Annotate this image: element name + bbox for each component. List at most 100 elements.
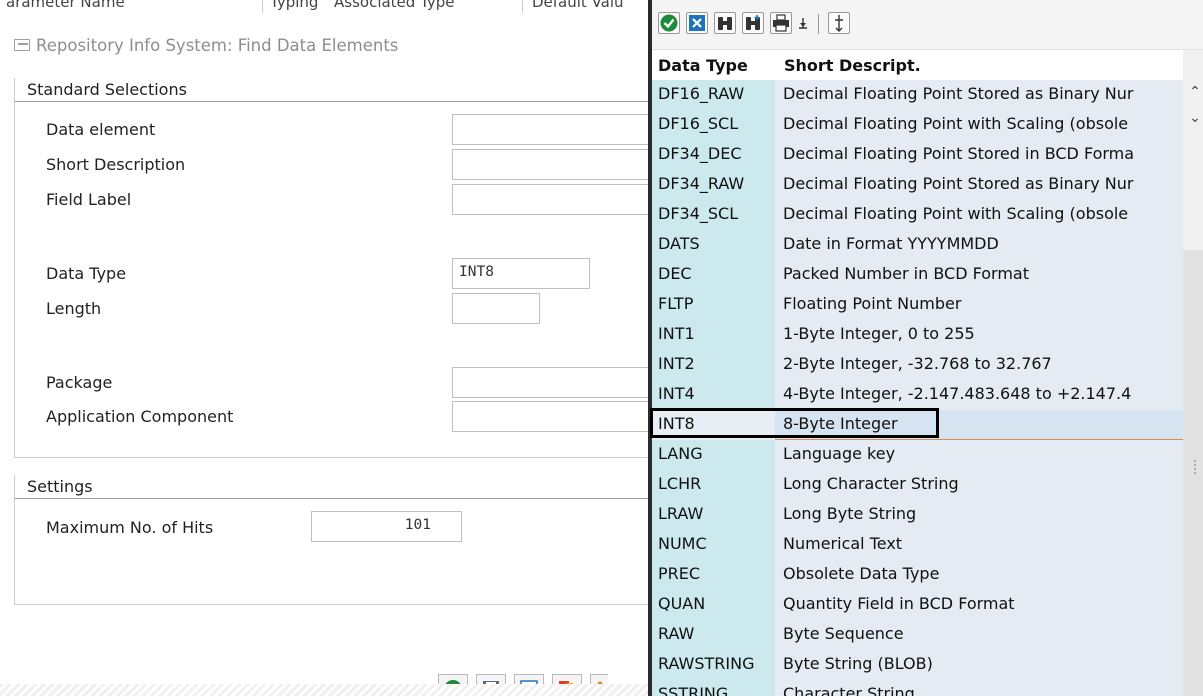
find-button[interactable] bbox=[714, 12, 736, 34]
window-icon bbox=[14, 39, 30, 51]
data-type-cell: DF34_SCL bbox=[658, 204, 739, 223]
find-next-button[interactable] bbox=[742, 12, 764, 34]
sort-button[interactable] bbox=[796, 12, 810, 34]
short-description-cell: Numerical Text bbox=[783, 534, 903, 553]
data-type-cell: DF16_RAW bbox=[658, 84, 745, 103]
short-description-cell: Date in Format YYYYMMDD bbox=[783, 234, 999, 253]
scroll-thumb[interactable] bbox=[1183, 250, 1203, 696]
data-type-input[interactable]: INT8 bbox=[452, 258, 590, 289]
table-row[interactable]: LCHR Long Character String bbox=[652, 470, 1183, 500]
data-type-cell: QUAN bbox=[658, 594, 706, 613]
data-type-cell: LANG bbox=[658, 444, 703, 463]
short-description-cell: 2-Byte Integer, -32.768 to 32.767 bbox=[783, 354, 1052, 373]
short-description-cell: Byte Sequence bbox=[783, 624, 904, 643]
settings-heading: Settings bbox=[15, 475, 653, 499]
short-description-cell: Decimal Floating Point Stored as Binary … bbox=[783, 174, 1134, 193]
data-type-cell: LRAW bbox=[658, 504, 704, 523]
table-row[interactable]: INT2 2-Byte Integer, -32.768 to 32.767 bbox=[652, 350, 1183, 380]
column-separator bbox=[522, 0, 523, 13]
scroll-down-icon[interactable]: ⌄ bbox=[1183, 108, 1203, 128]
max-hits-label: Maximum No. of Hits bbox=[46, 518, 214, 537]
data-type-cell: RAWSTRING bbox=[658, 654, 755, 673]
background-column-header-name: arameter Name bbox=[6, 0, 125, 11]
table-row-selected[interactable]: INT8 8-Byte Integer bbox=[652, 410, 1183, 440]
short-description-cell: 8-Byte Integer bbox=[783, 414, 898, 433]
data-type-cell: INT1 bbox=[658, 324, 695, 343]
table-row[interactable]: QUAN Quantity Field in BCD Format bbox=[652, 590, 1183, 620]
print-icon bbox=[773, 14, 789, 32]
data-type-cell: DF34_RAW bbox=[658, 174, 745, 193]
scroll-up-icon[interactable]: ⌃ bbox=[1183, 82, 1203, 102]
data-type-cell: INT2 bbox=[658, 354, 695, 373]
table-row[interactable]: LRAW Long Byte String bbox=[652, 500, 1183, 530]
table-row[interactable]: DF34_DEC Decimal Floating Point Stored in… bbox=[652, 140, 1183, 170]
data-type-cell: PREC bbox=[658, 564, 701, 583]
table-row[interactable]: DF34_RAW Decimal Floating Point Stored as… bbox=[652, 170, 1183, 200]
short-description-cell: 1-Byte Integer, 0 to 255 bbox=[783, 324, 975, 343]
confirm-button[interactable] bbox=[658, 12, 680, 34]
short-description-cell: Packed Number in BCD Format bbox=[783, 264, 1029, 283]
check-icon bbox=[660, 14, 678, 32]
table-row[interactable]: SSTRING Character String bbox=[652, 680, 1183, 696]
length-input[interactable] bbox=[452, 293, 540, 324]
table-row[interactable]: DF16_SCL Decimal Floating Point with Scal… bbox=[652, 110, 1183, 140]
table-row[interactable]: RAW Byte Sequence bbox=[652, 620, 1183, 650]
table-row[interactable]: INT4 4-Byte Integer, -2.147.483.648 to +2… bbox=[652, 380, 1183, 410]
field-label-label: Field Label bbox=[46, 190, 132, 209]
short-description-cell: Decimal Floating Point Stored as Binary … bbox=[783, 84, 1134, 103]
table-row[interactable]: LANG Language key bbox=[652, 440, 1183, 470]
max-hits-input[interactable]: 101 bbox=[311, 511, 462, 542]
short-description-cell: Obsolete Data Type bbox=[783, 564, 940, 583]
vertical-scrollbar[interactable]: ⌃ ⌄ bbox=[1183, 50, 1203, 696]
short-description-cell: Decimal Floating Point with Scaling (obs… bbox=[783, 114, 1129, 133]
data-type-cell: INT4 bbox=[658, 384, 695, 403]
data-element-input[interactable] bbox=[452, 114, 652, 145]
background-column-header-default-value: Default Valu bbox=[532, 0, 624, 11]
column-header-data-type[interactable]: Data Type bbox=[652, 50, 775, 80]
data-type-cell: DF34_DEC bbox=[658, 144, 742, 163]
short-description-cell: Long Character String bbox=[783, 474, 959, 493]
sort-icon bbox=[799, 18, 807, 29]
column-header-short-description[interactable]: Short Descript. bbox=[775, 50, 1183, 80]
table-row[interactable]: PREC Obsolete Data Type bbox=[652, 560, 1183, 590]
table-row[interactable]: DF34_SCL Decimal Floating Point with Scal… bbox=[652, 200, 1183, 230]
package-label: Package bbox=[46, 373, 113, 392]
binoculars-icon bbox=[718, 17, 732, 30]
cancel-button[interactable] bbox=[686, 12, 708, 34]
table-row[interactable]: DF16_RAW Decimal Floating Point Stored as… bbox=[652, 80, 1183, 110]
short-description-cell: Character String bbox=[783, 684, 915, 696]
data-type-cell: NUMC bbox=[658, 534, 707, 553]
table-row[interactable]: DEC Packed Number in BCD Format bbox=[652, 260, 1183, 290]
short-description-cell: Decimal Floating Point with Scaling (obs… bbox=[783, 204, 1129, 223]
data-type-cell: SSTRING bbox=[658, 684, 729, 696]
application-component-label: Application Component bbox=[46, 407, 234, 426]
field-label-input[interactable] bbox=[452, 184, 652, 215]
application-component-input[interactable] bbox=[452, 401, 652, 432]
table-row[interactable]: NUMC Numerical Text bbox=[652, 530, 1183, 560]
table-row[interactable]: INT1 1-Byte Integer, 0 to 255 bbox=[652, 320, 1183, 350]
short-description-cell: Long Byte String bbox=[783, 504, 917, 523]
print-button[interactable] bbox=[770, 12, 792, 34]
find-next-icon bbox=[746, 15, 760, 30]
data-type-label: Data Type bbox=[46, 264, 127, 283]
short-description-cell: Byte String (BLOB) bbox=[783, 654, 933, 673]
data-type-cell: LCHR bbox=[658, 474, 702, 493]
short-description-input[interactable] bbox=[452, 149, 652, 180]
short-description-cell: 4-Byte Integer, -2.147.483.648 to +2.147… bbox=[783, 384, 1132, 403]
package-input[interactable] bbox=[452, 367, 652, 398]
table-row[interactable]: FLTP Floating Point Number bbox=[652, 290, 1183, 320]
toolbar-separator bbox=[818, 14, 819, 34]
data-type-cell: RAW bbox=[658, 624, 695, 643]
short-description-label: Short Description bbox=[46, 155, 186, 174]
filter-icon bbox=[835, 15, 843, 32]
table-row[interactable]: RAWSTRING Byte String (BLOB) bbox=[652, 650, 1183, 680]
dialog-title: Repository Info System: Find Data Elemen… bbox=[14, 32, 398, 58]
short-description-cell: Quantity Field in BCD Format bbox=[783, 594, 1015, 613]
background-column-header-typing: Typing bbox=[270, 0, 319, 11]
data-element-label: Data element bbox=[46, 120, 156, 139]
data-type-cell: DF16_SCL bbox=[658, 114, 739, 133]
column-separator bbox=[262, 0, 263, 13]
table-row[interactable]: DATS Date in Format YYYYMMDD bbox=[652, 230, 1183, 260]
data-type-cell: INT8 bbox=[658, 414, 695, 433]
filter-button[interactable] bbox=[828, 12, 850, 34]
